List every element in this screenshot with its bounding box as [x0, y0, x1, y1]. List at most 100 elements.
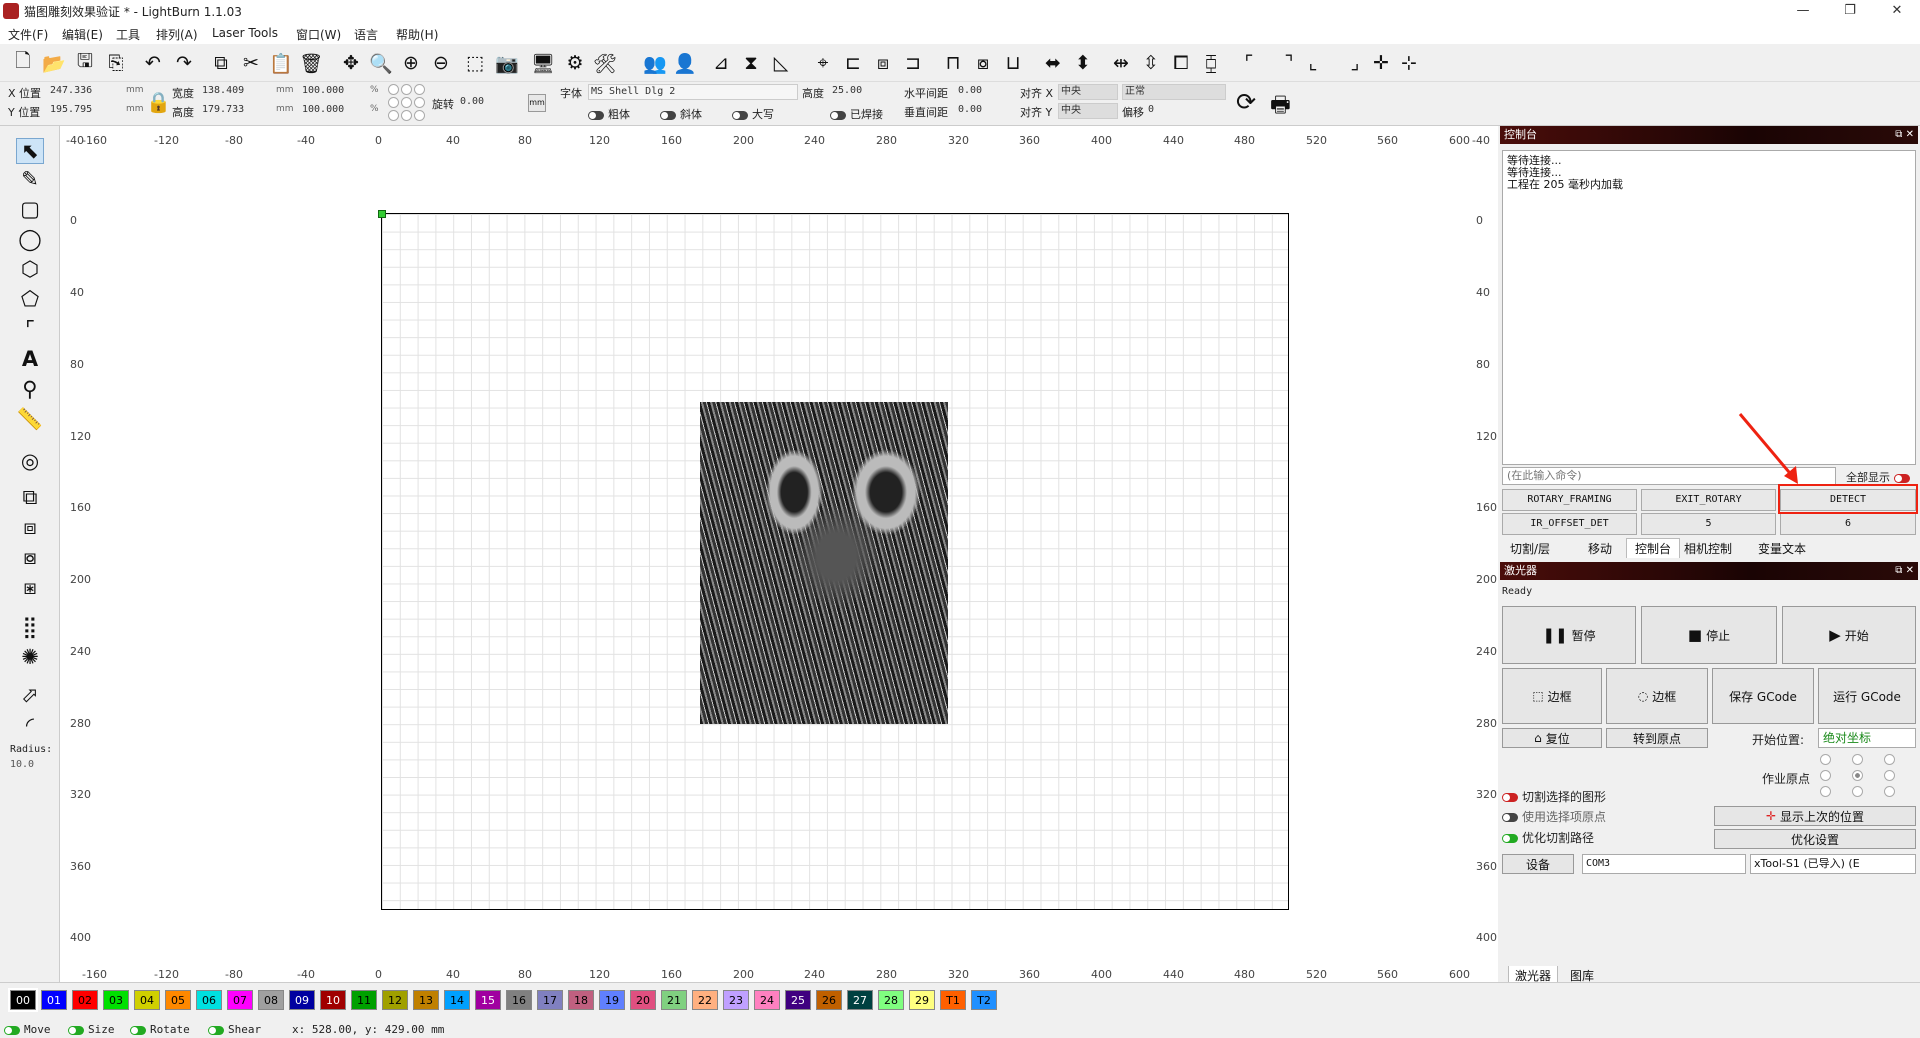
layer-color-swatch[interactable]: 26	[816, 990, 842, 1010]
save-gcode-button[interactable]: 保存 GCode	[1712, 668, 1814, 724]
offset-field[interactable]: 0	[1146, 103, 1216, 119]
cut-selected-toggle[interactable]: 切割选择的图形	[1502, 788, 1606, 805]
align-y-select[interactable]: 中央	[1058, 103, 1118, 119]
menu-edit[interactable]: 编辑(E)	[62, 26, 103, 43]
x-position-field[interactable]: 247.336	[48, 84, 110, 100]
layer-color-swatch[interactable]: 03	[103, 990, 129, 1010]
macro-rotary-framing-button[interactable]: ROTARY_FRAMING	[1502, 489, 1637, 511]
layer-color-swatch[interactable]: 04	[134, 990, 160, 1010]
shear-toggle[interactable]: Shear	[208, 1023, 261, 1036]
edit-nodes-icon[interactable]: ⬠	[16, 286, 44, 312]
run-gcode-button[interactable]: 运行 GCode	[1818, 668, 1916, 724]
flip-h-icon[interactable]: ⊿	[708, 50, 734, 76]
menu-tools[interactable]: 工具	[116, 26, 140, 43]
close-button[interactable]: ✕	[1874, 0, 1920, 22]
layer-color-swatch[interactable]: 14	[444, 990, 470, 1010]
draw-lines-icon[interactable]: ✎	[16, 166, 44, 192]
start-from-select[interactable]: 绝对坐标	[1818, 728, 1916, 748]
align-center-icon[interactable]: ⌖	[810, 50, 836, 76]
rotary-icon[interactable]: ⟳	[1236, 88, 1256, 116]
width-field[interactable]: 138.409	[200, 84, 262, 100]
same-height-icon[interactable]: ⧮	[1198, 50, 1224, 76]
macro-6-button[interactable]: 6	[1780, 513, 1916, 535]
layer-color-swatch[interactable]: 11	[351, 990, 377, 1010]
monitor-icon[interactable]: 🖥	[530, 50, 556, 76]
move-center-alt-icon[interactable]: ⊹	[1396, 50, 1422, 76]
align-right-icon[interactable]: ⊐	[900, 50, 926, 76]
cat-photo-image[interactable]	[700, 402, 948, 724]
macro-ir-offset-det-button[interactable]: IR_OFFSET_DET	[1502, 513, 1637, 535]
size-toggle[interactable]: Size	[68, 1023, 115, 1036]
home-button[interactable]: ⌂ 复位	[1502, 728, 1602, 748]
layer-color-swatch[interactable]: 19	[599, 990, 625, 1010]
y-position-field[interactable]: 195.795	[48, 103, 110, 119]
maximize-button[interactable]: ❐	[1827, 0, 1873, 22]
menu-laser-tools[interactable]: Laser Tools	[212, 26, 278, 40]
align-top-icon[interactable]: ⊓	[940, 50, 966, 76]
anchor-grid[interactable]	[388, 84, 428, 122]
start-button[interactable]: ▶ 开始	[1782, 606, 1916, 664]
use-selection-origin-toggle[interactable]: 使用选择项原点	[1502, 808, 1606, 825]
show-all-toggle[interactable]: 全部显示	[1846, 469, 1914, 485]
layer-color-swatch[interactable]: 02	[72, 990, 98, 1010]
tools-icon[interactable]: 🛠	[592, 50, 618, 76]
align-bottom-icon[interactable]: ⊔	[1000, 50, 1026, 76]
device-select[interactable]: xTool-S1 (已导入) (E	[1750, 854, 1916, 874]
macro-5-button[interactable]: 5	[1641, 513, 1776, 535]
minimize-button[interactable]: —	[1780, 0, 1826, 22]
grid-array-icon[interactable]: ⣿	[16, 614, 44, 640]
layer-color-swatch[interactable]: T2	[971, 990, 997, 1010]
menu-help[interactable]: 帮助(H)	[396, 26, 438, 43]
boolean-union-icon[interactable]: ⧈	[16, 514, 44, 540]
move-bottom-left-icon[interactable]: ⌞	[1300, 50, 1326, 76]
layer-color-swatch[interactable]: 24	[754, 990, 780, 1010]
rectangle-tool-icon[interactable]: ▢	[16, 196, 44, 222]
align-left-icon[interactable]: ⊏	[840, 50, 866, 76]
optimize-path-toggle[interactable]: 优化切割路径	[1502, 829, 1594, 846]
corner-tool-icon[interactable]: ⬀	[16, 682, 44, 708]
align-middle-icon[interactable]: ⧇	[970, 50, 996, 76]
boolean-subtract-icon[interactable]: ⧇	[16, 544, 44, 570]
paste-icon[interactable]: 📋	[268, 50, 294, 76]
layer-color-swatch[interactable]: 27	[847, 990, 873, 1010]
zoom-selection-icon[interactable]: ⬚	[462, 50, 488, 76]
copy-icon[interactable]: ⧉	[208, 50, 234, 76]
save-file-icon[interactable]: 🖫	[72, 50, 98, 76]
vspace-field[interactable]: 0.00	[956, 103, 1006, 119]
go-to-origin-button[interactable]: 转到原点	[1606, 728, 1708, 748]
layer-color-swatch[interactable]: 18	[568, 990, 594, 1010]
polygon-tool-icon[interactable]: ⬡	[16, 256, 44, 282]
stop-button[interactable]: ■ 停止	[1641, 606, 1777, 664]
devices-button[interactable]: 设备	[1502, 854, 1574, 874]
layer-color-swatch[interactable]: 20	[630, 990, 656, 1010]
bold-toggle[interactable]: 粗体	[588, 106, 630, 122]
weld-icon[interactable]: ⧉	[16, 484, 44, 510]
layer-color-swatch[interactable]: 21	[661, 990, 687, 1010]
layer-color-swatch[interactable]: 06	[196, 990, 222, 1010]
layer-color-swatch[interactable]: 13	[413, 990, 439, 1010]
height-percent-field[interactable]: 100.000	[300, 103, 356, 119]
undo-icon[interactable]: ↶	[140, 50, 166, 76]
macro-exit-rotary-button[interactable]: EXIT_ROTARY	[1641, 489, 1776, 511]
rotate-toggle[interactable]: Rotate	[130, 1023, 190, 1036]
distribute-h-icon[interactable]: ⬌	[1040, 50, 1066, 76]
group-icon[interactable]: 👥	[642, 50, 668, 76]
zoom-out-icon[interactable]: ⊖	[428, 50, 454, 76]
layer-color-swatch[interactable]: 07	[227, 990, 253, 1010]
boolean-intersect-icon[interactable]: ⧆	[16, 574, 44, 600]
layer-color-swatch[interactable]: 09	[289, 990, 315, 1010]
tab-move[interactable]: 移动	[1588, 540, 1612, 557]
move-top-left-icon[interactable]: ⌜	[1236, 50, 1262, 76]
height-field[interactable]: 179.733	[200, 103, 262, 119]
offset-shapes-icon[interactable]: ◎	[16, 448, 44, 474]
menu-file[interactable]: 文件(F)	[8, 26, 48, 43]
circular-array-icon[interactable]: ✺	[16, 644, 44, 670]
layer-color-swatch[interactable]: 08	[258, 990, 284, 1010]
move-top-right-icon[interactable]: ⌝	[1276, 50, 1302, 76]
import-icon[interactable]: ⎘	[103, 50, 129, 76]
italic-toggle[interactable]: 斜体	[660, 106, 702, 122]
tab-cuts-layers[interactable]: 切割/层	[1510, 540, 1550, 557]
optimization-settings-button[interactable]: 优化设置	[1714, 829, 1916, 849]
show-last-position-button[interactable]: ✛ 显示上次的位置	[1714, 806, 1916, 826]
layer-color-swatch[interactable]: 12	[382, 990, 408, 1010]
